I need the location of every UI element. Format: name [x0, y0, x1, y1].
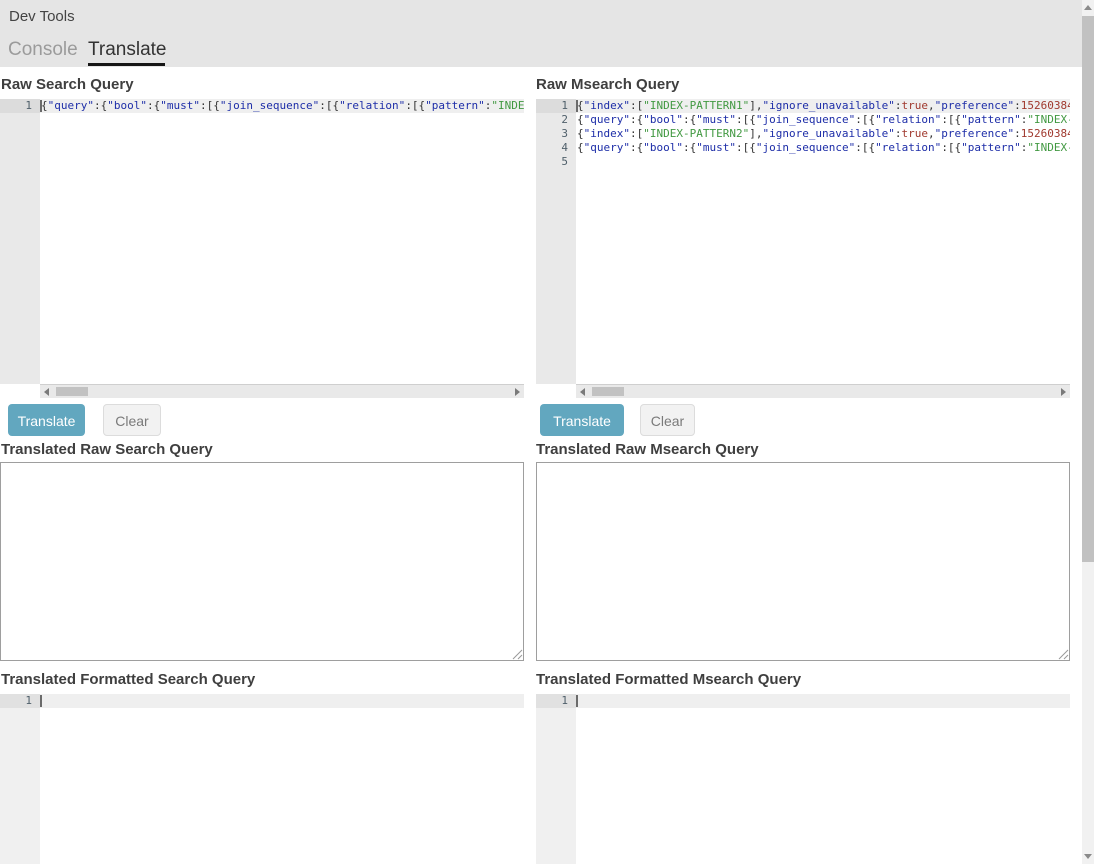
text-cursor	[576, 100, 578, 112]
app-title: Dev Tools	[9, 8, 75, 25]
scroll-left-arrow-icon[interactable]	[580, 388, 585, 396]
translated-raw-msearch-textarea[interactable]	[536, 462, 1070, 661]
line-number: 4	[536, 141, 576, 155]
text-cursor	[40, 100, 42, 112]
code-line[interactable]: {"query":{"bool":{"must":[{"join_sequenc…	[40, 99, 524, 113]
line-number: 1	[0, 99, 40, 113]
tab-translate[interactable]: Translate	[88, 39, 167, 61]
translated-formatted-search-heading: Translated Formatted Search Query	[1, 671, 255, 688]
editor-content[interactable]	[40, 694, 524, 864]
scroll-right-arrow-icon[interactable]	[515, 388, 520, 396]
code-line[interactable]: {"index":["INDEX-PATTERN2"],"ignore_unav…	[576, 127, 1070, 141]
translated-raw-msearch-heading: Translated Raw Msearch Query	[536, 441, 759, 458]
line-number: 5	[536, 155, 576, 169]
code-line[interactable]	[576, 155, 1070, 169]
code-line[interactable]	[576, 694, 1070, 708]
scrollbar-thumb[interactable]	[56, 387, 88, 396]
active-tab-underline	[88, 63, 165, 66]
text-cursor	[576, 695, 578, 707]
translated-formatted-msearch-editor[interactable]: 1	[536, 694, 1070, 864]
code-line[interactable]: {"query":{"bool":{"must":[{"join_sequenc…	[576, 141, 1070, 155]
text-cursor	[40, 695, 42, 707]
raw-msearch-query-heading: Raw Msearch Query	[536, 76, 679, 93]
translate-search-button[interactable]: Translate	[8, 404, 85, 436]
editor-content[interactable]	[576, 694, 1070, 864]
translated-formatted-search-editor[interactable]: 1	[0, 694, 524, 864]
scroll-left-arrow-icon[interactable]	[44, 388, 49, 396]
horizontal-scrollbar[interactable]	[40, 384, 524, 398]
raw-search-query-heading: Raw Search Query	[1, 76, 134, 93]
editor-gutter: 1	[536, 694, 576, 864]
code-line[interactable]	[40, 694, 524, 708]
clear-msearch-button[interactable]: Clear	[640, 404, 695, 436]
translated-formatted-msearch-heading: Translated Formatted Msearch Query	[536, 671, 801, 688]
scrollbar-thumb[interactable]	[592, 387, 624, 396]
page-vertical-scrollbar[interactable]	[1082, 0, 1094, 864]
editor-gutter: 12345	[536, 99, 576, 384]
header-bar: Dev Tools Console Translate	[0, 0, 1082, 67]
translate-msearch-button[interactable]: Translate	[540, 404, 624, 436]
translated-raw-search-textarea[interactable]	[0, 462, 524, 661]
scroll-up-arrow-icon[interactable]	[1082, 0, 1094, 14]
scroll-down-arrow-icon[interactable]	[1082, 850, 1094, 864]
line-number: 3	[536, 127, 576, 141]
code-line[interactable]: {"query":{"bool":{"must":[{"join_sequenc…	[576, 113, 1070, 127]
editor-content[interactable]: {"query":{"bool":{"must":[{"join_sequenc…	[40, 99, 524, 384]
raw-msearch-editor[interactable]: 12345 {"index":["INDEX-PATTERN1"],"ignor…	[536, 99, 1070, 398]
raw-search-editor[interactable]: 1 {"query":{"bool":{"must":[{"join_seque…	[0, 99, 524, 398]
line-number: 1	[0, 694, 40, 708]
code-line[interactable]: {"index":["INDEX-PATTERN1"],"ignore_unav…	[576, 99, 1070, 113]
translated-raw-search-heading: Translated Raw Search Query	[1, 441, 213, 458]
editor-gutter: 1	[0, 99, 40, 384]
line-number: 1	[536, 694, 576, 708]
tab-console[interactable]: Console	[8, 39, 78, 61]
line-number: 2	[536, 113, 576, 127]
line-number: 1	[536, 99, 576, 113]
editor-gutter: 1	[0, 694, 40, 864]
horizontal-scrollbar[interactable]	[576, 384, 1070, 398]
clear-search-button[interactable]: Clear	[103, 404, 161, 436]
editor-content[interactable]: {"index":["INDEX-PATTERN1"],"ignore_unav…	[576, 99, 1070, 384]
scrollbar-thumb[interactable]	[1082, 16, 1094, 562]
scroll-right-arrow-icon[interactable]	[1061, 388, 1066, 396]
